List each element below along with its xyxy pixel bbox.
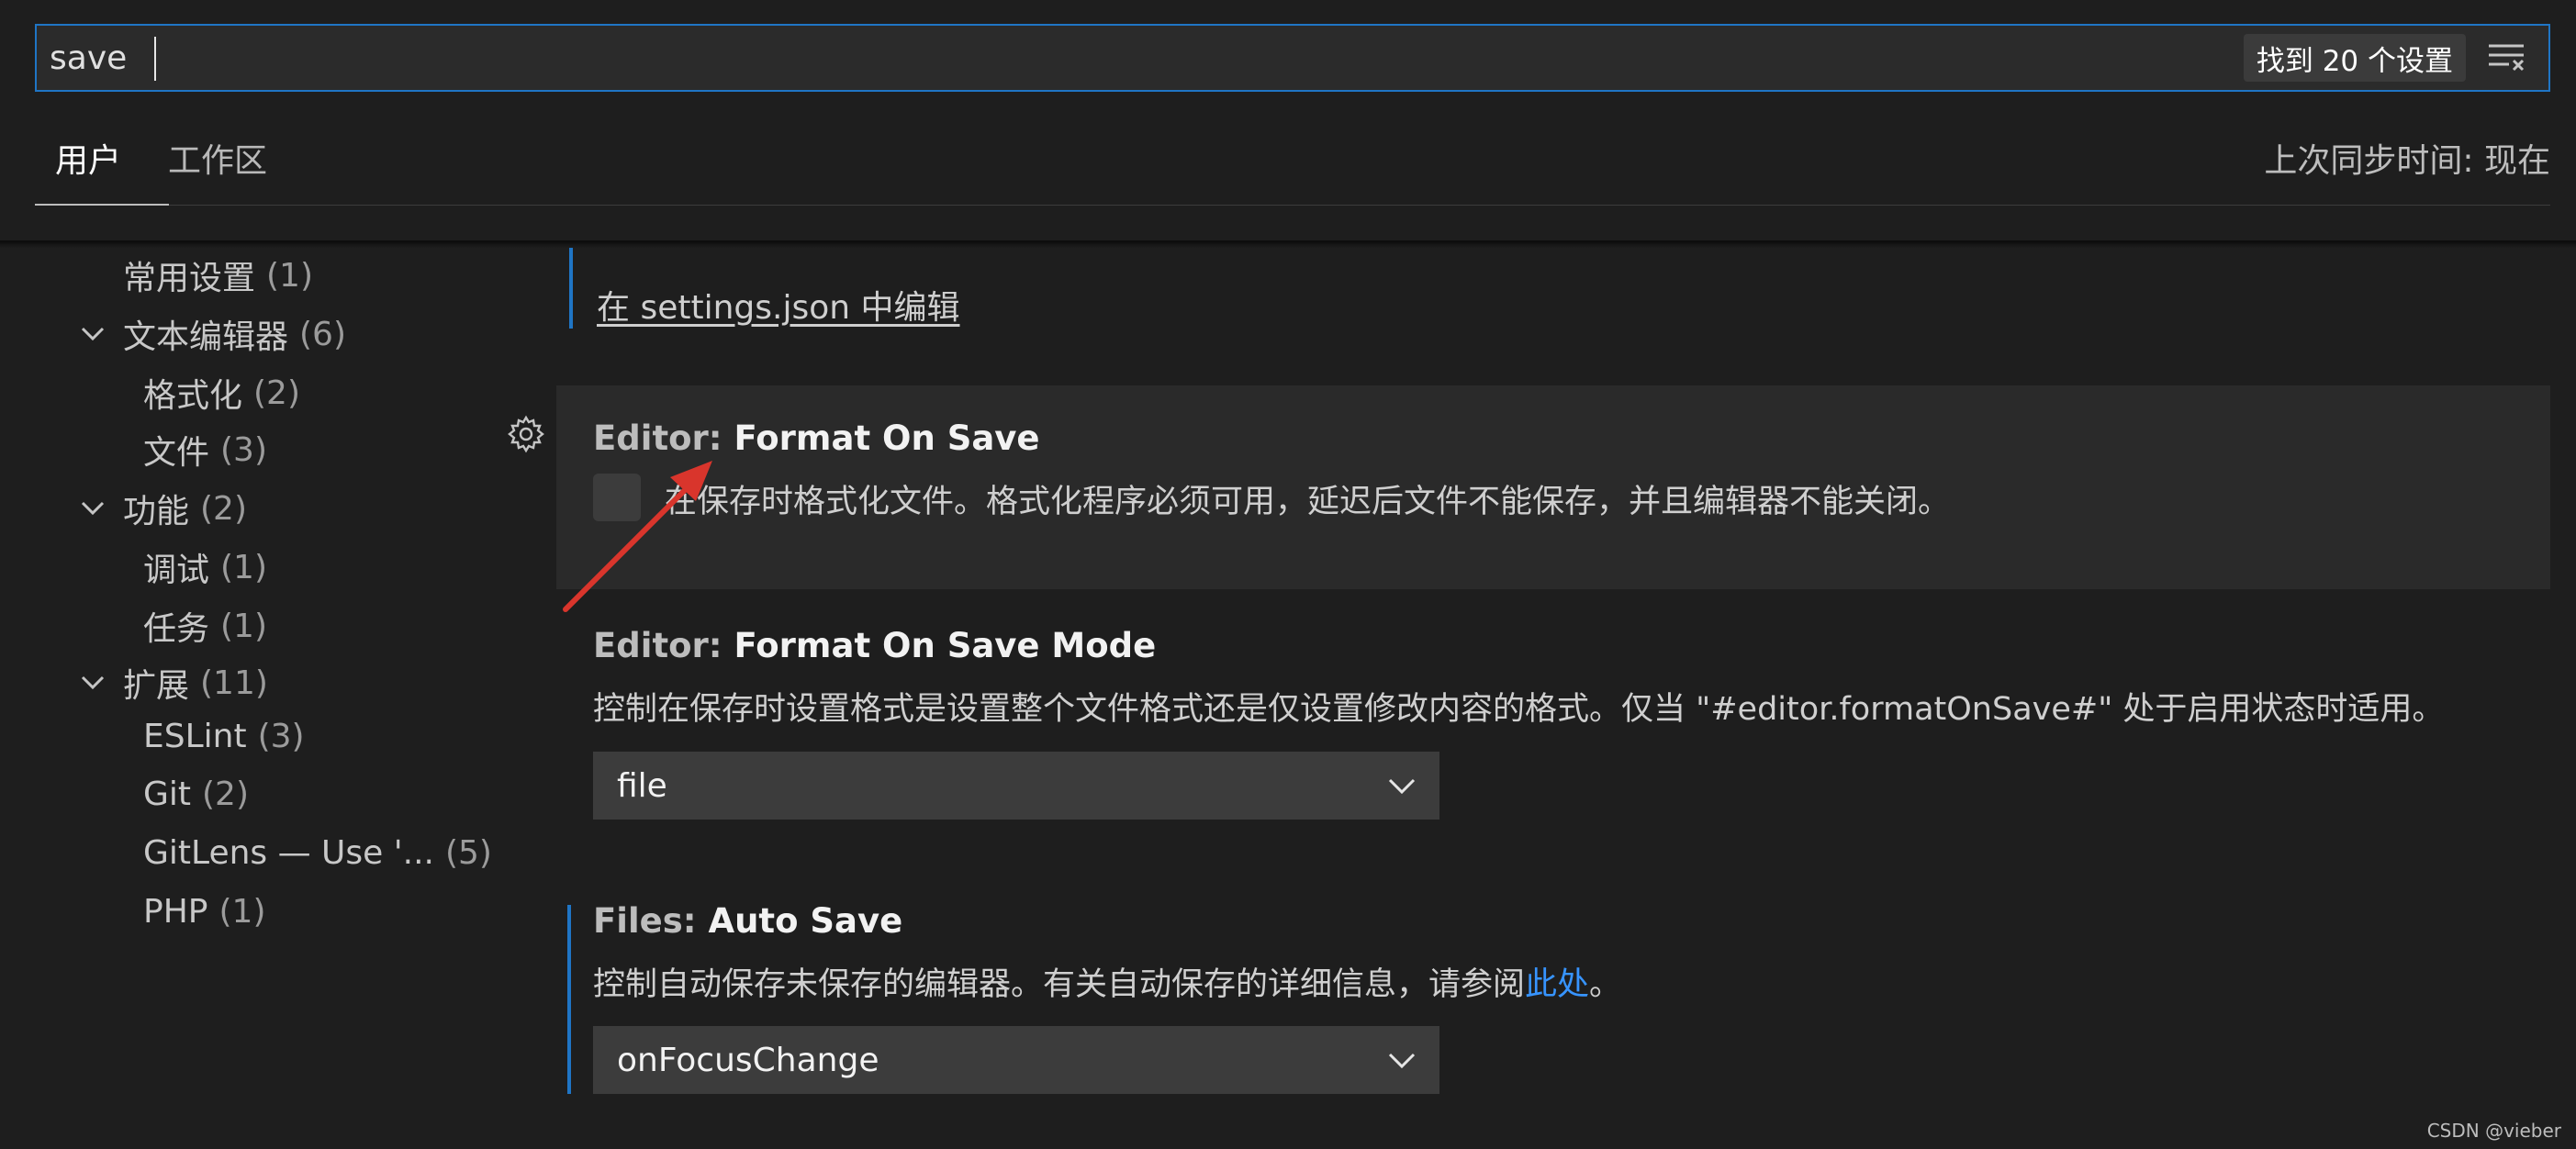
toc-item-label: 文本编辑器 xyxy=(123,318,289,356)
setting-title: Files: Auto Save xyxy=(593,901,902,941)
annotation-arrow xyxy=(563,461,712,612)
text-caret xyxy=(154,37,156,81)
toc-item-count: (11) xyxy=(200,664,268,702)
select-value: onFocusChange xyxy=(617,1041,879,1079)
tab-user[interactable]: 用户 xyxy=(34,134,170,206)
settings-search-box: 找到 20 个设置 xyxy=(35,24,2550,92)
toc-item-count: (2) xyxy=(200,489,248,528)
settings-search-input[interactable] xyxy=(37,26,2244,90)
toc-item-files[interactable]: 文件 (3) xyxy=(143,426,267,474)
toc-item-count: (3) xyxy=(257,718,305,755)
header-shadow xyxy=(0,240,2576,248)
toc-item-text-editor[interactable]: 文本编辑器 (6) xyxy=(123,310,346,358)
toc-item-count: (2) xyxy=(202,775,250,813)
toc-item-label: 文件 xyxy=(143,434,210,472)
toc-item-count: (1) xyxy=(220,607,268,645)
setting-category: Editor: xyxy=(593,626,734,665)
setting-name: Format On Save xyxy=(734,418,1040,458)
toc-item-label: 调试 xyxy=(143,552,210,589)
toc-item-count: (2) xyxy=(253,374,301,412)
toc-item-debug[interactable]: 调试 (1) xyxy=(143,543,267,591)
format-on-save-mode-select[interactable]: file xyxy=(593,752,1439,820)
toc-item-count: (1) xyxy=(266,256,314,295)
setting-name: Format On Save Mode xyxy=(734,626,1157,665)
toc-item-label: 格式化 xyxy=(143,377,243,415)
toc-item-count: (6) xyxy=(299,315,347,353)
description-text: 。 xyxy=(1589,966,1622,1003)
description-text: 控制自动保存未保存的编辑器。有关自动保存的详细信息，请参阅 xyxy=(593,966,1526,1003)
auto-save-select[interactable]: onFocusChange xyxy=(593,1026,1439,1094)
toc-item-extensions[interactable]: 扩展 (11) xyxy=(123,659,268,707)
setting-category: Files: xyxy=(593,901,709,941)
setting-description: 控制在保存时设置格式是设置整个文件格式还是仅设置修改内容的格式。仅当 "#edi… xyxy=(593,691,2445,728)
setting-description: 控制自动保存未保存的编辑器。有关自动保存的详细信息，请参阅此处。 xyxy=(593,958,1621,1005)
toc-item-eslint[interactable]: ESLint (3) xyxy=(143,718,305,755)
chevron-down-icon[interactable] xyxy=(77,318,108,349)
toc-item-formatting[interactable]: 格式化 (2) xyxy=(143,369,300,417)
setting-name: Auto Save xyxy=(708,901,903,941)
settings-editor: 找到 20 个设置 用户 工作区 上次同步时间: 现在 常用设置 (1) xyxy=(0,0,2576,1149)
watermark: CSDN @vieber xyxy=(2426,1120,2561,1142)
toc-item-label: 功能 xyxy=(123,493,190,530)
chevron-down-icon xyxy=(1388,778,1416,795)
toc-item-count: (1) xyxy=(220,548,268,586)
search-result-count: 找到 20 个设置 xyxy=(2243,34,2466,82)
auto-save-details-link[interactable]: 此处 xyxy=(1525,966,1589,1003)
settings-scope-tabs: 用户 工作区 上次同步时间: 现在 xyxy=(34,117,2550,206)
toc-item-git[interactable]: Git (2) xyxy=(143,775,249,813)
toc-item-tasks[interactable]: 任务 (1) xyxy=(143,602,267,650)
toc-item-php[interactable]: PHP (1) xyxy=(143,893,266,931)
toc-item-label: 扩展 xyxy=(123,667,190,705)
setting-description: 在保存时格式化文件。格式化程序必须可用，延迟后文件不能保存，并且编辑器不能关闭。 xyxy=(665,484,1951,520)
edit-in-json-row: 在 settings.json 中编辑 xyxy=(569,248,960,329)
clear-filter-icon[interactable] xyxy=(2482,33,2532,83)
toc-item-gitlens[interactable]: GitLens — Use '... (5) xyxy=(143,834,492,872)
gear-icon[interactable] xyxy=(507,415,545,453)
toc-item-label: PHP xyxy=(143,893,208,931)
edit-in-settings-json-link[interactable]: 在 settings.json 中编辑 xyxy=(597,281,960,329)
toc-item-label: 任务 xyxy=(143,610,210,648)
chevron-down-icon[interactable] xyxy=(77,492,108,523)
toc-item-common[interactable]: 常用设置 (1) xyxy=(123,251,313,299)
toc-item-label: ESLint xyxy=(143,718,247,755)
focus-indicator xyxy=(567,905,571,1094)
toc-item-count: (3) xyxy=(220,430,268,469)
toc-item-count: (1) xyxy=(218,893,266,931)
toc-item-count: (5) xyxy=(444,834,492,872)
setting-title: Editor: Format On Save Mode xyxy=(593,626,1156,665)
sync-status: 上次同步时间: 现在 xyxy=(2264,142,2550,180)
chevron-down-icon xyxy=(1388,1053,1416,1069)
toc-item-label: 常用设置 xyxy=(123,260,256,297)
toc-item-label: GitLens — Use '... xyxy=(143,834,434,872)
select-value: file xyxy=(617,766,667,805)
tab-workspace[interactable]: 工作区 xyxy=(168,134,267,206)
chevron-down-icon[interactable] xyxy=(77,666,108,697)
toc-item-label: Git xyxy=(143,775,192,813)
toc-item-features[interactable]: 功能 (2) xyxy=(123,485,247,532)
